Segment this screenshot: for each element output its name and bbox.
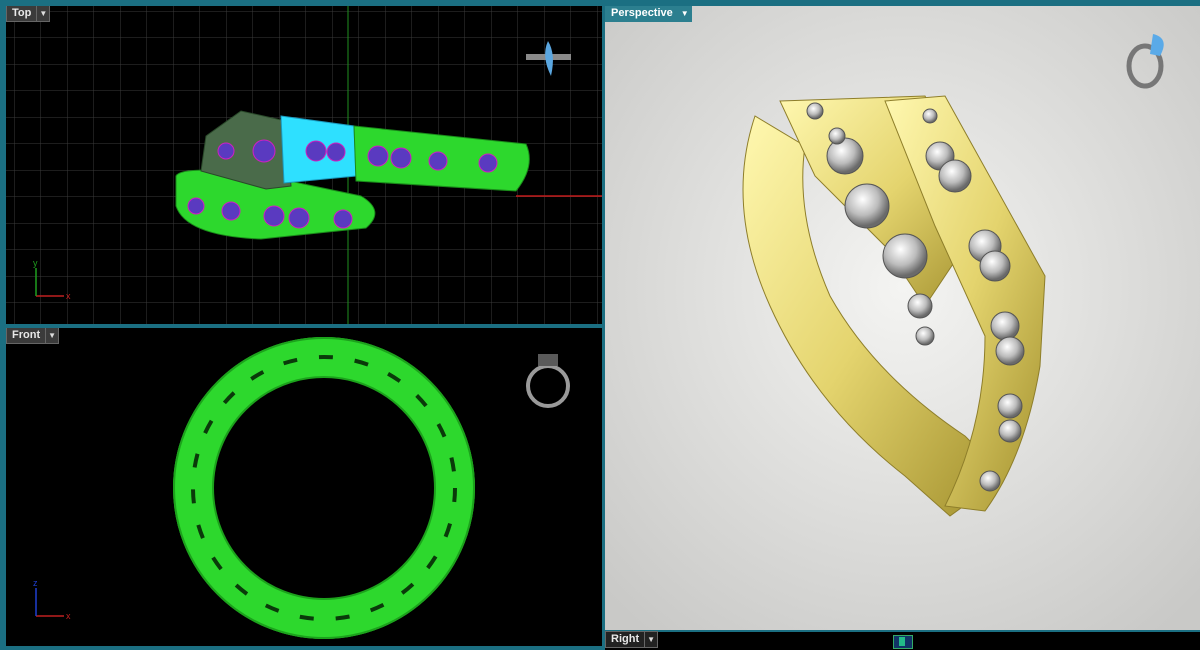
viewport-perspective-label[interactable]: Perspective <box>605 6 679 22</box>
top-view-canvas[interactable]: x y <box>6 6 602 324</box>
ring-front-model[interactable] <box>173 337 475 639</box>
viewport-front-title[interactable]: Front ▼ <box>6 328 60 344</box>
axis-z-label: z <box>33 578 38 588</box>
arrow-down-icon[interactable]: ▼ <box>37 6 51 22</box>
viewport-top-title[interactable]: Top ▼ <box>6 6 51 22</box>
arrow-down-icon[interactable]: ▼ <box>678 6 692 22</box>
front-view-canvas[interactable]: x z <box>6 328 602 646</box>
viewport-front[interactable]: Front ▼ x z <box>6 328 602 646</box>
status-indicator <box>893 635 913 649</box>
viewport-front-label[interactable]: Front <box>6 328 47 344</box>
viewport-perspective-title[interactable]: Perspective ▼ <box>605 6 692 22</box>
viewport-right-title[interactable]: Right ▼ <box>605 631 659 648</box>
axis-x-label: x <box>66 611 71 621</box>
perspective-view-canvas[interactable] <box>605 6 1200 630</box>
arrow-down-icon[interactable]: ▼ <box>645 631 659 648</box>
viewport-perspective[interactable]: Perspective ▼ <box>605 6 1200 630</box>
axis-gizmo-icon: x z <box>33 578 71 621</box>
axis-x-label: x <box>66 291 71 301</box>
viewport-right[interactable]: Right ▼ <box>605 631 1200 650</box>
viewport-top[interactable]: Top ▼ x y <box>6 6 602 324</box>
ring-preview-icon <box>526 354 570 408</box>
viewport-right-label[interactable]: Right <box>605 631 646 648</box>
axis-y-label: y <box>33 258 38 268</box>
arrow-down-icon[interactable]: ▼ <box>46 328 60 344</box>
viewport-top-label[interactable]: Top <box>6 6 38 22</box>
